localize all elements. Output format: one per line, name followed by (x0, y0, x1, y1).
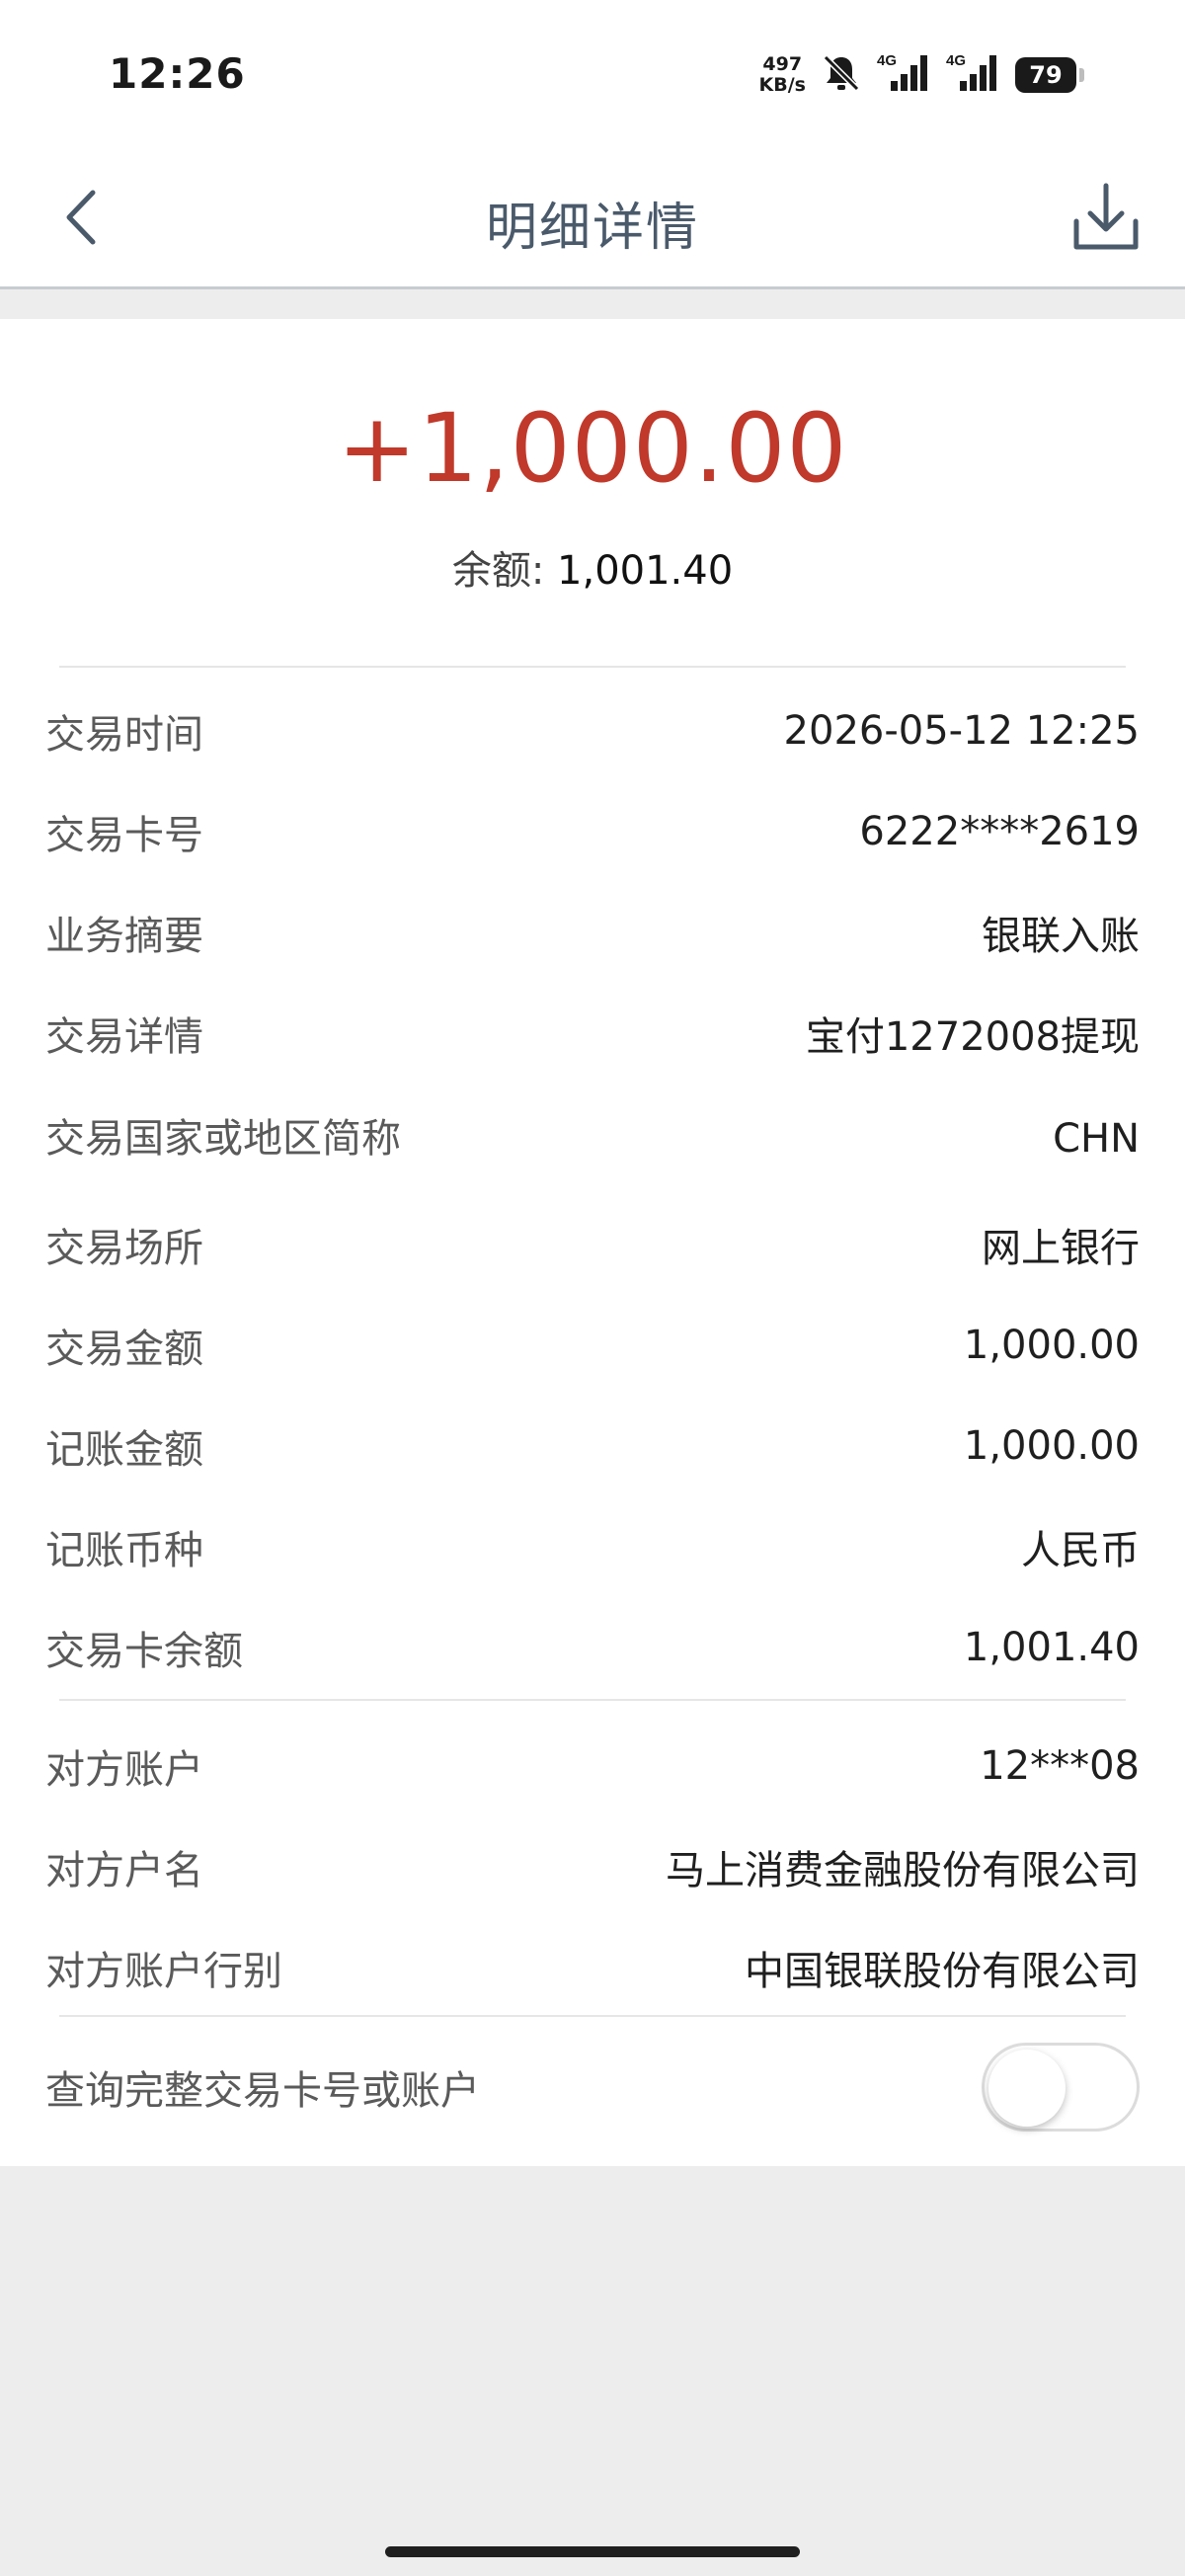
detail-value: 人民币 (1021, 1528, 1140, 1573)
counterparty-label: 对方户名 (45, 1848, 203, 1893)
counterparty-row: 对方账户 12***08 (45, 1727, 1140, 1806)
balance-line: 余额: 1,001.40 (0, 538, 1185, 596)
detail-value: 银联入账 (982, 914, 1140, 959)
detail-label: 交易金额 (45, 1327, 203, 1372)
counterparty-value: 马上消费金融股份有限公司 (666, 1848, 1140, 1893)
detail-label: 业务摘要 (45, 914, 203, 959)
counterparty-label: 对方账户 (45, 1747, 203, 1793)
detail-label: 交易场所 (45, 1226, 203, 1271)
transaction-amount: +1,000.00 (337, 393, 848, 504)
home-indicator (385, 2546, 800, 2557)
detail-value: 6222****2619 (859, 809, 1140, 854)
signal-icon: 4G (946, 51, 1001, 99)
detail-value: 2026-05-12 12:25 (783, 708, 1140, 754)
network-speed-value: 497 (762, 53, 803, 75)
detail-label: 交易详情 (45, 1014, 203, 1060)
detail-row: 记账金额 1,000.00 (45, 1407, 1140, 1486)
balance-value: 1,001.40 (557, 548, 734, 594)
download-icon (1073, 183, 1139, 250)
detail-row: 交易金额 1,000.00 (45, 1306, 1140, 1385)
detail-label: 交易卡号 (45, 813, 203, 858)
detail-row: 业务摘要 银联入账 (45, 893, 1140, 972)
network-speed: 497 KB/s (759, 54, 806, 96)
detail-row: 交易场所 网上银行 (45, 1205, 1140, 1284)
detail-row: 交易时间 2026-05-12 12:25 (45, 691, 1140, 770)
detail-value: 1,001.40 (963, 1625, 1140, 1670)
balance-label: 余额: (451, 548, 558, 594)
divider (59, 1699, 1126, 1701)
signal-label: 4G (946, 52, 966, 69)
toggle-label: 查询完整交易卡号或账户 (45, 2068, 480, 2114)
mute-icon (820, 51, 863, 99)
status-time: 12:26 (109, 49, 246, 98)
download-button[interactable] (1066, 178, 1146, 257)
signal-icon: 4G (877, 51, 932, 99)
detail-row: 交易国家或地区简称 CHN (45, 1075, 1140, 1203)
counterparty-label: 对方账户行别 (45, 1949, 282, 1994)
detail-value: 1,000.00 (963, 1423, 1140, 1469)
transaction-detail-card: +1,000.00 余额: 1,001.40 交易时间 2026-05-12 1… (0, 319, 1185, 2166)
divider (59, 2015, 1126, 2017)
counterparty-row: 对方账户行别 中国银联股份有限公司 (45, 1928, 1140, 2007)
detail-value: 1,000.00 (963, 1323, 1140, 1368)
detail-label: 记账金额 (45, 1427, 203, 1473)
detail-label: 交易卡余额 (45, 1629, 243, 1674)
detail-label: 交易国家或地区简称 (45, 1116, 401, 1162)
toggle-knob (988, 2050, 1066, 2127)
detail-label: 记账币种 (45, 1528, 203, 1573)
full-number-toggle-row: 查询完整交易卡号或账户 (45, 2038, 928, 2136)
detail-label: 交易时间 (45, 712, 203, 758)
battery-icon: 79 (1015, 57, 1084, 93)
detail-value: 宝付1272008提现 (805, 1014, 1140, 1060)
detail-row: 交易详情 宝付1272008提现 (45, 994, 1140, 1073)
divider (59, 666, 1126, 668)
signal-label: 4G (877, 52, 897, 69)
status-bar: 12:26 497 KB/s 4G 4G 79 (0, 0, 1185, 148)
nav-bar: 明细详情 (0, 148, 1185, 289)
detail-row: 交易卡号 6222****2619 (45, 792, 1140, 871)
detail-row: 记账币种 人民币 (45, 1507, 1140, 1586)
detail-value: CHN (1053, 1116, 1140, 1162)
counterparty-value: 中国银联股份有限公司 (745, 1949, 1140, 1994)
page-title: 明细详情 (485, 199, 699, 258)
detail-row: 交易卡余额 1,001.40 (45, 1608, 1140, 1687)
counterparty-row: 对方户名 马上消费金融股份有限公司 (45, 1827, 1140, 1906)
detail-value: 网上银行 (982, 1226, 1140, 1271)
full-number-toggle[interactable] (982, 2043, 1140, 2132)
status-icons: 497 KB/s 4G 4G 79 (759, 51, 1084, 99)
battery-level: 79 (1029, 61, 1063, 89)
network-speed-unit: KB/s (758, 74, 806, 96)
counterparty-value: 12***08 (980, 1743, 1140, 1789)
